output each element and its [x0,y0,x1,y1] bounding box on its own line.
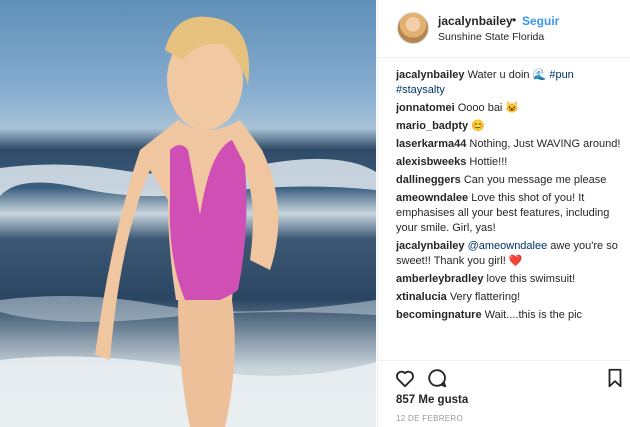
like-count[interactable]: 857 Me gusta [396,394,468,406]
comment-icon[interactable] [426,367,448,389]
location[interactable]: Sunshine State Florida [438,31,544,43]
comment-user[interactable]: dallineggers [396,174,461,186]
comment-text: Very flattering! [449,291,521,303]
comment-text: Oooo bai 😺 [457,102,520,114]
post-actions: 857 Me gusta 12 DE FEBRERO [378,360,630,427]
comment-item: alexisbweeks Hottie!!! [396,155,624,170]
comment-item: dallineggers Can you message me please [396,173,624,188]
comment-item: jonnatomei Oooo bai 😺 [396,101,624,116]
comment-text: Nothing, Just WAVING around! [469,138,621,150]
comment-text: 😊 [471,120,485,132]
post-side-panel: jacalynbailey • Seguir Sunshine State Fl… [377,0,630,427]
comment-item: jacalynbailey Water u doin 🌊 #pun #stays… [396,68,624,98]
comment-user[interactable]: ameowndalee [396,192,468,204]
heart-icon[interactable] [394,367,416,389]
comment-user[interactable]: becomingnature [396,309,482,321]
comment-user[interactable]: jacalynbailey [396,69,465,81]
comment-item: jacalynbailey @ameowndalee awe you're so… [396,239,624,269]
comment-item: laserkarma44 Nothing, Just WAVING around… [396,137,624,152]
separator-dot: • [512,13,517,27]
follow-button[interactable]: Seguir [522,14,559,28]
comment-user[interactable]: xtinalucia [396,291,447,303]
post-header: jacalynbailey • Seguir Sunshine State Fl… [378,0,630,58]
comment-user[interactable]: alexisbweeks [396,156,466,168]
comment-item: xtinalucia Very flattering! [396,290,624,305]
post-date: 12 DE FEBRERO [396,414,464,423]
bookmark-icon[interactable] [604,367,626,389]
comment-text: Can you message me please [463,174,607,186]
comment-item: amberleybradley love this swimsuit! [396,272,624,287]
comment-user[interactable]: amberleybradley [396,273,483,285]
post-photo[interactable] [0,0,376,427]
comment-item: mario_badpty 😊 [396,119,624,134]
comment-text: Wait....this is the pic [484,309,583,321]
comment-item: becomingnature Wait....this is the pic [396,308,624,323]
comment-user[interactable]: jacalynbailey [396,240,465,252]
comment-text: love this swimsuit! [486,273,576,285]
username[interactable]: jacalynbailey [438,14,513,28]
comment-text: Hottie!!! [469,156,508,168]
photo-illustration [0,16,376,427]
comment-text: Water u doin 🌊 [467,69,550,81]
comment-user[interactable]: jonnatomei [396,102,455,114]
comment-list[interactable]: jacalynbailey Water u doin 🌊 #pun #stays… [396,68,624,360]
comment-mention[interactable]: @ameowndalee [468,240,548,252]
comment-user[interactable]: laserkarma44 [396,138,466,150]
comment-item: ameowndalee Love this shot of you! It em… [396,191,624,236]
avatar[interactable] [397,12,429,44]
comment-user[interactable]: mario_badpty [396,120,468,132]
